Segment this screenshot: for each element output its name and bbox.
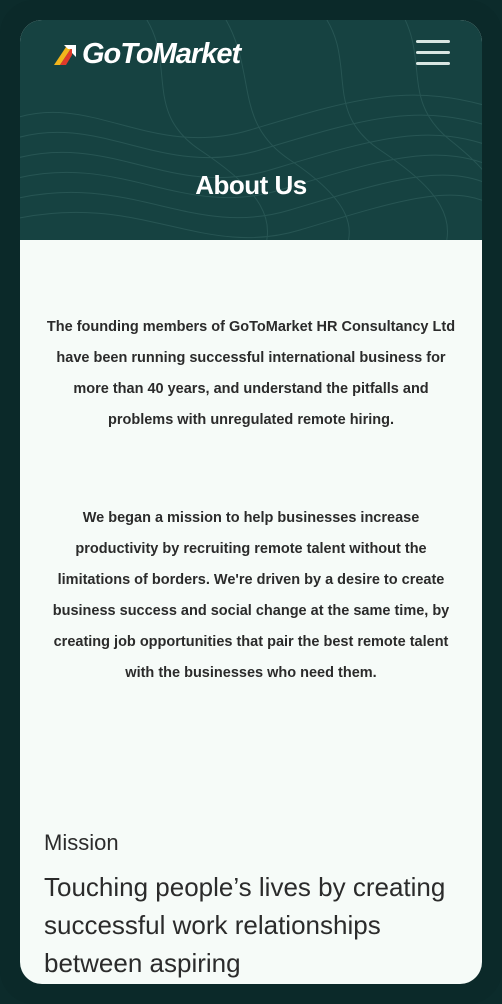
- hero-header: GoToMarket About Us: [20, 20, 482, 240]
- device-frame: GoToMarket About Us The founding members…: [0, 0, 502, 1004]
- hamburger-menu-button[interactable]: [416, 40, 450, 66]
- about-paragraph-1: The founding members of GoToMarket HR Co…: [46, 319, 456, 428]
- screen: GoToMarket About Us The founding members…: [20, 20, 482, 984]
- hamburger-menu-icon-line-top: [416, 40, 450, 43]
- mission-statement: Touching people’s lives by creating succ…: [44, 872, 446, 978]
- gotomarket-logo[interactable]: GoToMarket: [52, 34, 241, 74]
- about-paragraph-2: We began a mission to help businesses in…: [52, 510, 450, 681]
- hamburger-menu-icon-line-middle: [416, 51, 450, 54]
- logo-text: GoToMarket: [82, 37, 241, 70]
- mission-heading: Mission: [44, 830, 119, 855]
- hamburger-menu-icon-line-bottom: [416, 62, 450, 65]
- gotomarket-logo-mark-icon: [54, 45, 76, 65]
- page-title: About Us: [195, 170, 307, 200]
